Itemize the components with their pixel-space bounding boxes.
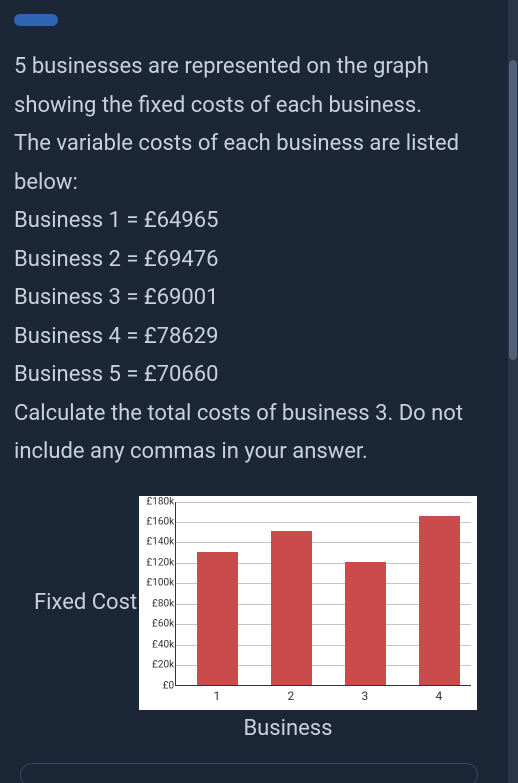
answer-input[interactable] [20,763,478,783]
chart-x-tick: 2 [271,689,311,703]
chart-y-tick: £80k [142,598,174,609]
chart-x-tick: 1 [197,689,237,703]
chart-bar [197,552,238,685]
chart-y-tick: £60k [142,619,174,630]
chart-bar [345,562,386,685]
scrollbar-track[interactable] [508,0,518,783]
chart-y-tick: £120k [142,557,174,568]
chart-x-tick: 3 [345,689,385,703]
chart-y-tick: £140k [142,537,174,548]
chart-y-tick: £180k [142,496,174,507]
vc-line-1: Business 1 = £64965 [14,208,219,233]
chart-y-tick: £0 [142,680,174,691]
fixed-cost-bar-chart: £0 £20k £40k £60k £80k £100k £120k £140k £160k £1… [139,496,477,710]
chart-bar [271,531,312,684]
intro-line-1: 5 businesses are represented on the grap… [14,54,429,118]
vc-line-3: Business 3 = £69001 [14,285,219,310]
chart-bar [419,516,460,685]
chart-y-tick: £100k [142,578,174,589]
question-text: 5 businesses are represented on the grap… [14,48,480,472]
chart-y-tick: £20k [142,660,174,671]
chart-gridline [176,502,471,503]
scrollbar-thumb[interactable] [509,60,517,360]
chart-y-tick: £160k [142,516,174,527]
intro-line-2: The variable costs of each business are … [14,131,459,195]
topic-chip[interactable] [14,14,58,26]
question-line: Calculate the total costs of business 3.… [14,401,463,465]
chart-y-axis-label: Fixed Cost [34,590,137,615]
vc-line-4: Business 4 = £78629 [14,324,219,349]
vc-line-5: Business 5 = £70660 [14,362,219,387]
chart-y-tick: £40k [142,639,174,650]
chart-x-axis-label: Business [72,716,504,741]
chart-x-tick: 4 [419,689,459,703]
vc-line-2: Business 2 = £69476 [14,247,219,272]
